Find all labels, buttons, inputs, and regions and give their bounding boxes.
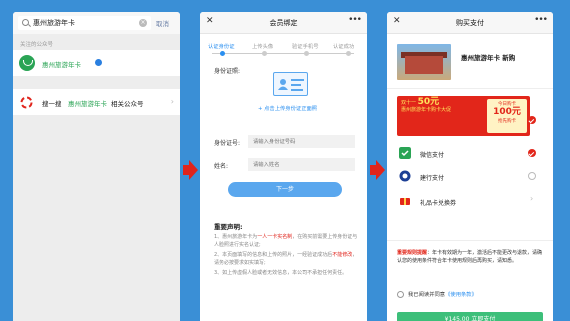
nav-bar: ✕ 会员绑定 ••• [200, 12, 367, 34]
promo-selected-check-icon[interactable] [528, 116, 536, 124]
next-step-button[interactable]: 下一步 [228, 182, 342, 197]
nav-bar: ✕ 购买支付 ••• [387, 12, 553, 34]
step-2-label: 上传头像 [252, 44, 274, 50]
step-3-label: 验证手机号 [292, 44, 319, 50]
ccb-bank-icon [399, 170, 411, 182]
gift-card-icon [400, 198, 410, 205]
arrow-right-icon [370, 160, 385, 180]
person-icon [278, 79, 288, 90]
step-3-dot [304, 51, 309, 56]
arrow-right-icon [183, 160, 198, 180]
purchase-payment-screen: ✕ 购买支付 ••• 惠州旅游年卡 新购 双十一 50元 惠州旅游年卡购卡大促 … [387, 12, 553, 321]
pay-method-gift-card[interactable]: 礼品卡兑换券 › [387, 192, 553, 212]
step-line [212, 53, 354, 54]
related-search-row[interactable]: 搜一搜 惠州旅游年卡 相关公众号 › [13, 89, 180, 115]
promo-text: 双十一 50元 惠州旅游年卡购卡大促 [401, 97, 452, 114]
more-icon[interactable]: ••• [534, 15, 548, 25]
declaration-title: 重要声明: [214, 223, 243, 231]
agree-checkbox[interactable] [397, 291, 404, 298]
step-1-label: 认证身份证 [208, 44, 235, 50]
clear-icon[interactable]: × [139, 19, 147, 27]
step-4-label: 认证成功 [333, 44, 355, 50]
declaration-item-2: 2、本页面填写的信息和上传的照片，一经验证成功后不能修改，请务必按要求如实填写; [214, 252, 358, 266]
agreement-row[interactable]: 我已阅读并同意《使用条款》 [397, 290, 477, 298]
step-4-dot [346, 51, 351, 56]
promo-banner[interactable]: 双十一 50元 惠州旅游年卡购卡大促 今日购卡 100元 抢先购卡 [397, 96, 530, 136]
verified-icon [95, 59, 102, 66]
search-icon [22, 19, 29, 26]
name-label: 姓名: [214, 163, 229, 170]
product-name: 惠州旅游年卡 新购 [461, 54, 516, 62]
name-input[interactable] [248, 158, 355, 171]
product-image [397, 44, 451, 80]
chevron-right-icon: › [530, 194, 534, 203]
search-input[interactable]: 惠州旅游年卡 × [18, 16, 151, 30]
declaration-item-1: 1、惠州旅游年卡为一人一卡实名制，在购买前需要上传身份证与人脸照进行实名认证; [214, 234, 358, 248]
section-label: 关注的公众号 [20, 42, 54, 48]
related-prefix: 搜一搜 [42, 100, 62, 108]
chevron-right-icon: › [170, 97, 174, 106]
cancel-button[interactable]: 取消 [156, 18, 169, 28]
id-number-label: 身份证号: [214, 140, 241, 147]
step-2-dot [262, 51, 267, 56]
pay-method-wechat[interactable]: 微信支付 [387, 144, 553, 164]
account-result[interactable]: 惠州旅游年卡 [13, 50, 180, 76]
page-title: 购买支付 [456, 19, 484, 27]
wechat-pay-icon [399, 147, 411, 159]
step-1-dot [220, 51, 225, 56]
purchase-rule-notice: 重要规则提醒：年卡有效期为一年，激活后不能更改与退款，请确认您的使用条件符合年卡… [397, 250, 543, 264]
member-binding-screen: ✕ 会员绑定 ••• 认证身份证 上传头像 验证手机号 认证成功 身份证照: +… [200, 12, 367, 321]
account-logo-icon [19, 55, 35, 71]
id-card-upload-icon[interactable] [273, 72, 308, 96]
declaration-item-3: 3、如上传虚假人脸或者无效信息，本公司不承担任何责任。 [214, 270, 348, 276]
terms-link[interactable]: 《使用条款》 [445, 292, 477, 298]
page-title: 会员绑定 [269, 19, 298, 27]
wechat-selected-check-icon[interactable] [528, 149, 536, 157]
search-one-search-icon [20, 96, 33, 109]
search-query: 惠州旅游年卡 [33, 19, 75, 27]
related-keyword: 惠州旅游年卡 [68, 100, 107, 108]
id-photo-label: 身份证照: [214, 68, 241, 75]
search-screen: 惠州旅游年卡 × 取消 关注的公众号 惠州旅游年卡 搜一搜 惠州旅游年卡 相关公… [13, 12, 180, 321]
promo-ticket: 今日购卡 100元 抢先购卡 [487, 99, 527, 133]
upload-id-link[interactable]: + 点击上传身份证正面照 [258, 104, 317, 112]
search-bar: 惠州旅游年卡 × 取消 [13, 12, 180, 34]
related-suffix: 相关公众号 [111, 100, 144, 108]
pay-method-ccb[interactable]: 建行支付 [387, 167, 553, 187]
id-number-input[interactable] [248, 135, 355, 148]
more-icon[interactable]: ••• [348, 15, 362, 25]
account-name: 惠州旅游年卡 [42, 61, 81, 69]
ccb-radio[interactable] [528, 172, 536, 180]
pay-now-button[interactable]: ¥145.00 立即支付 [397, 312, 543, 321]
